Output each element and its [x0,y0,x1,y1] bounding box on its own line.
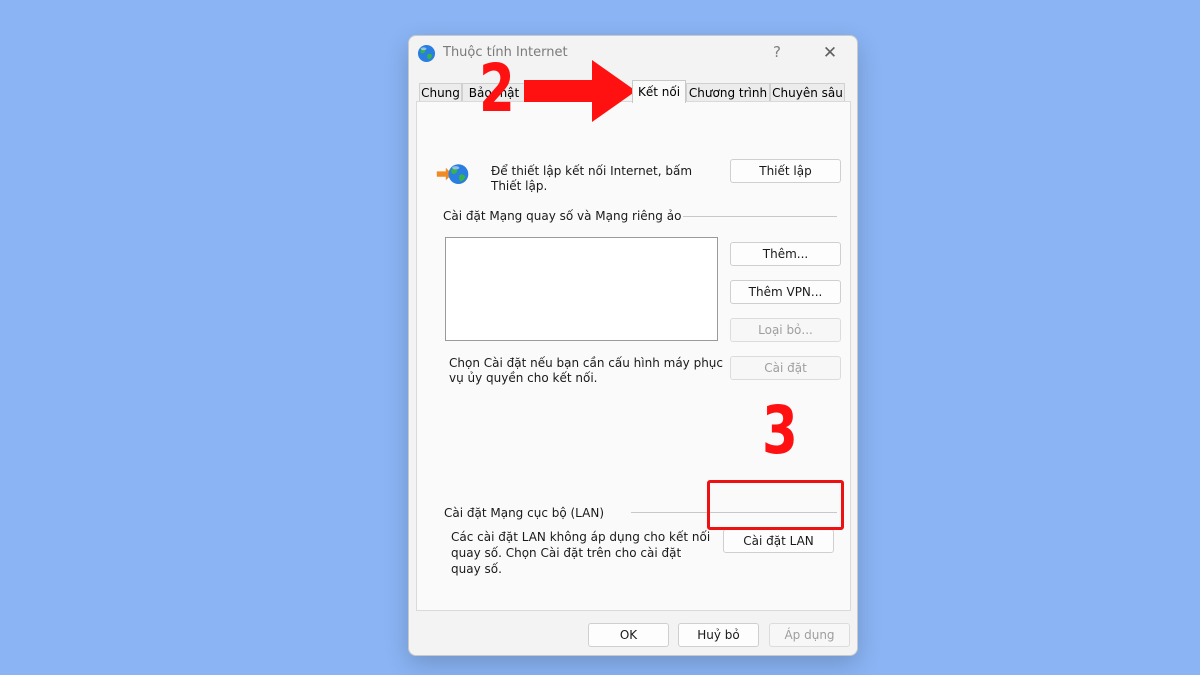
settings-button[interactable]: Cài đặt [730,356,841,380]
help-button[interactable]: ? [769,43,785,63]
globe-arrow-icon [436,164,469,184]
proxy-note-line1: Chọn Cài đặt nếu bạn cần cấu hình máy ph… [449,356,724,370]
cancel-button[interactable]: Huỷ bỏ [678,623,759,647]
step-2-arrow-icon [524,60,636,122]
proxy-note-line2: vụ ủy quyền cho kết nối. [449,371,598,385]
connections-panel: Để thiết lập kết nối Internet, bấm Thiết… [416,101,851,611]
lan-heading: Cài đặt Mạng cục bộ (LAN) [444,506,605,520]
dialup-vpn-heading: Cài đặt Mạng quay số và Mạng riêng ảo [443,209,682,223]
lan-button-highlight [707,480,844,530]
add-vpn-button[interactable]: Thêm VPN... [730,280,841,304]
setup-text-line2: Thiết lập. [491,179,548,193]
dialup-group-divider [683,216,837,217]
tab-connections[interactable]: Kết nối [632,80,686,103]
tab-general[interactable]: Chung [419,83,462,102]
tab-advanced[interactable]: Chuyên sâu [770,83,845,102]
add-button[interactable]: Thêm... [730,242,841,266]
remove-button[interactable]: Loại bỏ... [730,318,841,342]
lan-text-line1: Các cài đặt LAN không áp dụng cho kết nố… [451,530,711,544]
setup-button[interactable]: Thiết lập [730,159,841,183]
ok-button[interactable]: OK [588,623,669,647]
lan-text-line3: quay số. [451,562,502,576]
internet-properties-dialog: Thuộc tính Internet ? ✕ Chung Bảo mật Kế… [408,35,858,656]
tab-programs[interactable]: Chương trình [686,83,770,102]
setup-text-line1: Để thiết lập kết nối Internet, bấm [491,164,693,178]
apply-button[interactable]: Áp dụng [769,623,850,647]
step-3-label: 3 [762,392,798,469]
connections-listbox[interactable] [445,237,718,341]
lan-text-line2: quay số. Chọn Cài đặt trên cho cài đặt [451,546,682,560]
globe-icon [417,44,436,63]
close-button[interactable]: ✕ [820,43,840,63]
lan-settings-button[interactable]: Cài đặt LAN [723,529,834,553]
step-2-label: 2 [479,50,515,127]
